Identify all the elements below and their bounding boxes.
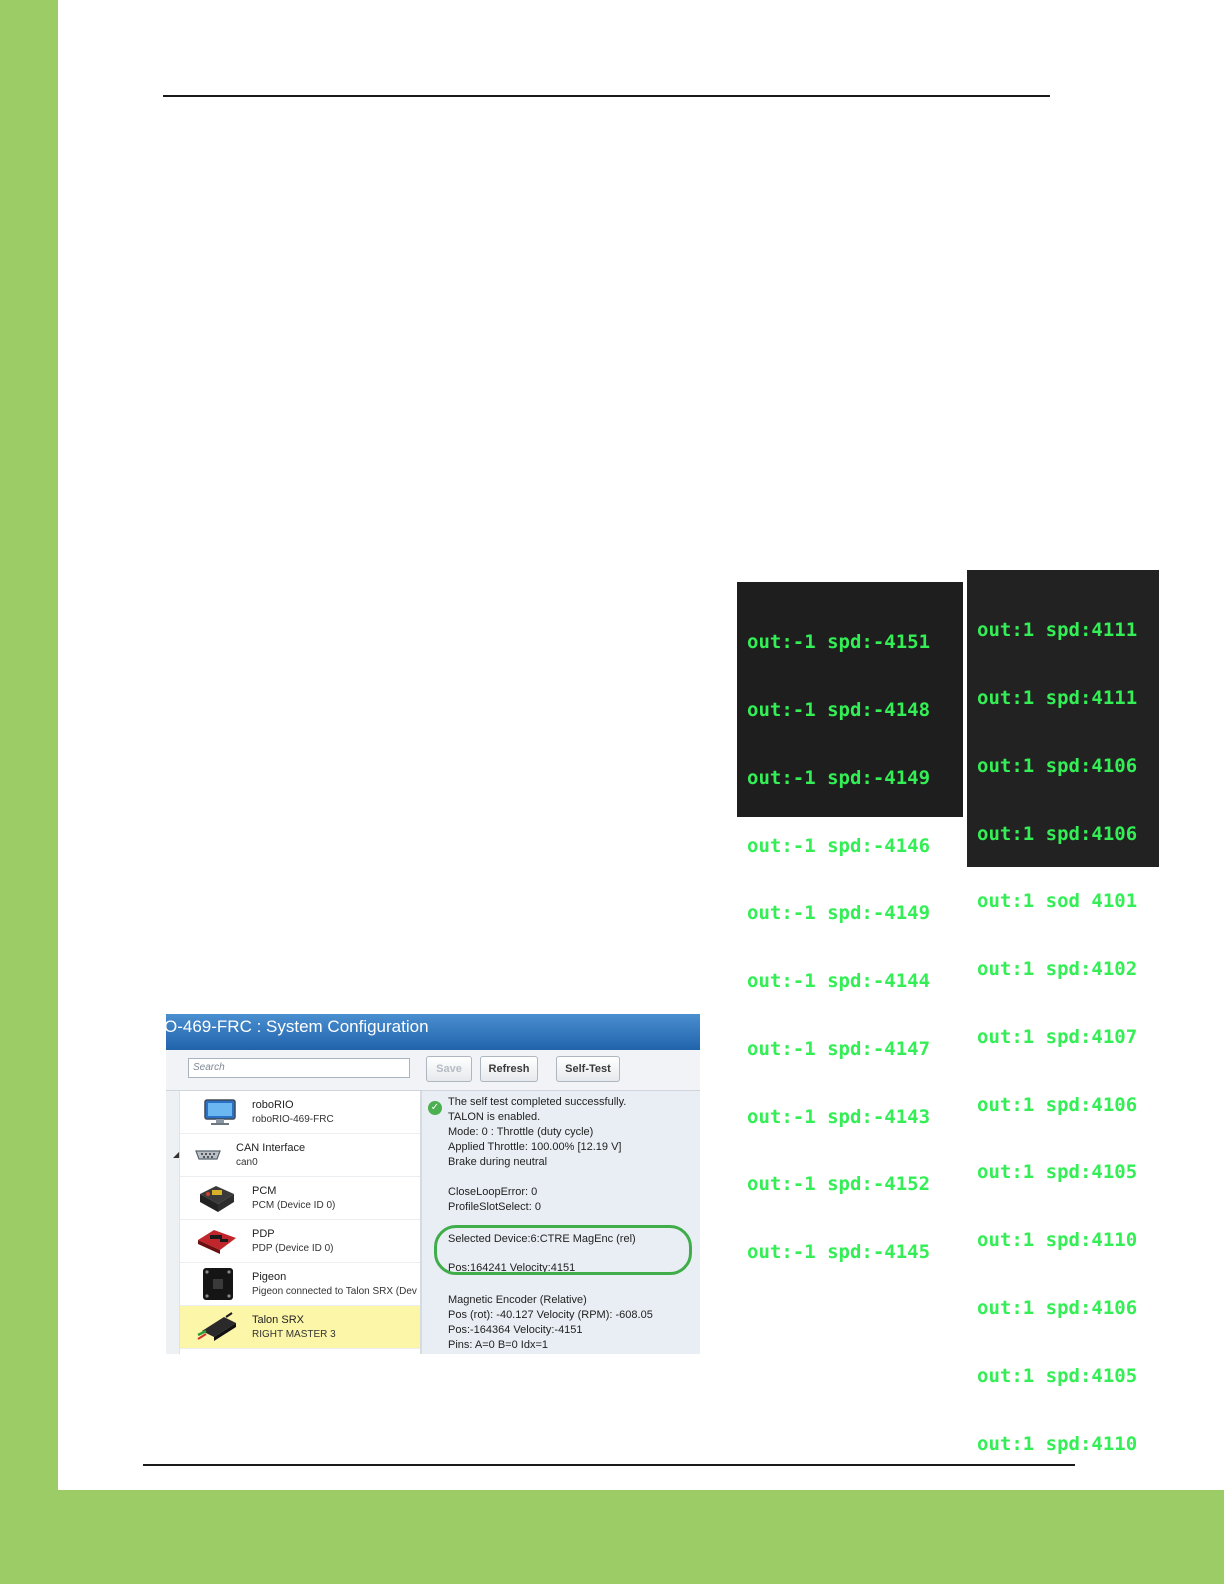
terminal-line: out:1 sod 4101 bbox=[977, 890, 1138, 913]
device-item-can-interface[interactable]: ◢ CAN Interface can0 bbox=[173, 1134, 420, 1177]
info-line: CloseLoopError: 0 bbox=[448, 1186, 538, 1198]
window-title-bar: O-469-FRC : System Configuration bbox=[166, 1014, 700, 1050]
device-name: roboRIO bbox=[252, 1099, 294, 1111]
serial-port-icon bbox=[195, 1150, 221, 1160]
info-line: Applied Throttle: 100.00% [12.19 V] bbox=[448, 1141, 622, 1153]
window-title: O-469-FRC : System Configuration bbox=[166, 1017, 429, 1036]
terminal-line: out:1 spd:4110 bbox=[977, 1229, 1138, 1252]
success-check-icon: ✓ bbox=[428, 1101, 442, 1115]
device-detail: PCM (Device ID 0) bbox=[252, 1200, 336, 1211]
device-detail: roboRIO-469-FRC bbox=[252, 1114, 334, 1125]
terminal-line: out:-1 spd:-4147 bbox=[747, 1037, 931, 1060]
toolbar: Search Save Refresh Self-Test bbox=[166, 1050, 700, 1091]
pdp-icon bbox=[198, 1230, 236, 1254]
device-item-pcm[interactable]: PCM PCM (Device ID 0) bbox=[180, 1177, 420, 1220]
device-detail: can0 bbox=[236, 1157, 258, 1168]
terminal-line: out:1 spd:4106 bbox=[977, 754, 1138, 777]
header-rule bbox=[163, 95, 1050, 97]
terminal-line: out:1 spd:4107 bbox=[977, 1025, 1138, 1048]
device-name: Pigeon bbox=[252, 1271, 287, 1283]
terminal-line: out:1 spd:4105 bbox=[977, 1161, 1138, 1184]
monitor-icon bbox=[204, 1099, 236, 1125]
save-button[interactable]: Save bbox=[426, 1056, 472, 1082]
terminal-line: out:1 spd:4102 bbox=[977, 958, 1138, 981]
device-name: Talon SRX bbox=[252, 1314, 304, 1326]
system-configuration-screenshot: O-469-FRC : System Configuration Search … bbox=[166, 1014, 700, 1354]
info-line: Pos:-164364 Velocity:-4151 bbox=[448, 1324, 583, 1336]
terminal-line: out:1 spd:4110 bbox=[977, 1432, 1138, 1455]
collapse-caret-icon[interactable]: ◢ bbox=[173, 1150, 179, 1159]
device-item-pigeon[interactable]: Pigeon Pigeon connected to Talon SRX (De… bbox=[180, 1263, 420, 1306]
terminal-line: out:1 spd:4106 bbox=[977, 1297, 1138, 1319]
footer-rule bbox=[143, 1464, 1075, 1466]
info-line: Magnetic Encoder (Relative) bbox=[448, 1294, 587, 1306]
device-tree: roboRIO roboRIO-469-FRC ◢ CAN Interface … bbox=[166, 1091, 421, 1354]
terminal-line: out:1 spd:4111 bbox=[977, 686, 1138, 709]
terminal-line: out:-1 spd:-4144 bbox=[747, 970, 931, 993]
pcm-icon bbox=[200, 1186, 234, 1212]
info-line: Pos (rot): -40.127 Velocity (RPM): -608.… bbox=[448, 1309, 653, 1321]
terminal-line: out:1 spd:4105 bbox=[977, 1364, 1138, 1387]
tree-gutter bbox=[166, 1091, 180, 1354]
info-line: Brake during neutral bbox=[448, 1156, 548, 1168]
talon-icon bbox=[197, 1312, 236, 1341]
device-details-panel: ✓ The self test completed successfully. … bbox=[421, 1091, 700, 1354]
device-item-talon-srx[interactable]: Talon SRX RIGHT MASTER 3 bbox=[180, 1306, 420, 1349]
terminal-line: out:1 spd:4111 bbox=[977, 619, 1138, 642]
device-detail: RIGHT MASTER 3 bbox=[252, 1329, 336, 1340]
device-item-pdp[interactable]: PDP PDP (Device ID 0) bbox=[180, 1220, 420, 1263]
info-line: The self test completed successfully. bbox=[448, 1096, 627, 1108]
device-name: PDP bbox=[252, 1228, 275, 1240]
info-line: TALON is enabled. bbox=[448, 1111, 541, 1123]
terminal-line: out:-1 spd:-4149 bbox=[747, 902, 931, 925]
page-corner bbox=[58, 1440, 128, 1490]
terminal-line: out:-1 spd:-4145 bbox=[747, 1241, 931, 1264]
terminal-line: out:-1 spd:-4143 bbox=[747, 1105, 931, 1128]
terminal-line: out:-1 spd:-4149 bbox=[747, 766, 931, 789]
terminal-output-forward: out:1 spd:4111 out:1 spd:4111 out:1 spd:… bbox=[967, 570, 1159, 1455]
info-line: ProfileSlotSelect: 0 bbox=[448, 1201, 541, 1213]
pigeon-icon bbox=[203, 1268, 233, 1300]
device-detail: PDP (Device ID 0) bbox=[252, 1243, 334, 1254]
device-name: CAN Interface bbox=[236, 1142, 306, 1154]
page-border-bottom bbox=[0, 1490, 1224, 1584]
refresh-button[interactable]: Refresh bbox=[480, 1056, 538, 1082]
terminal-line: out:1 spd:4106 bbox=[977, 822, 1138, 845]
terminal-line: out:-1 spd:-4152 bbox=[747, 1173, 931, 1196]
page-border-left bbox=[0, 0, 58, 1584]
info-line: Pins: A=0 B=0 Idx=1 bbox=[448, 1339, 548, 1351]
device-item-roborio[interactable]: roboRIO roboRIO-469-FRC bbox=[180, 1091, 420, 1134]
device-detail: Pigeon connected to Talon SRX (Dev bbox=[252, 1286, 417, 1297]
terminal-output-reverse: out:-1 spd:-4151 out:-1 spd:-4148 out:-1… bbox=[737, 582, 963, 1263]
highlight-ring bbox=[434, 1225, 692, 1275]
info-line: Mode: 0 : Throttle (duty cycle) bbox=[448, 1126, 594, 1138]
terminal-line: out:-1 spd:-4148 bbox=[747, 698, 931, 721]
terminal-line: out:1 spd:4106 bbox=[977, 1093, 1138, 1116]
self-test-button[interactable]: Self-Test bbox=[556, 1056, 620, 1082]
terminal-line: out:-1 spd:-4146 bbox=[747, 834, 931, 857]
search-input[interactable]: Search bbox=[188, 1058, 410, 1078]
terminal-line: out:-1 spd:-4151 bbox=[747, 631, 931, 654]
device-name: PCM bbox=[252, 1185, 277, 1197]
